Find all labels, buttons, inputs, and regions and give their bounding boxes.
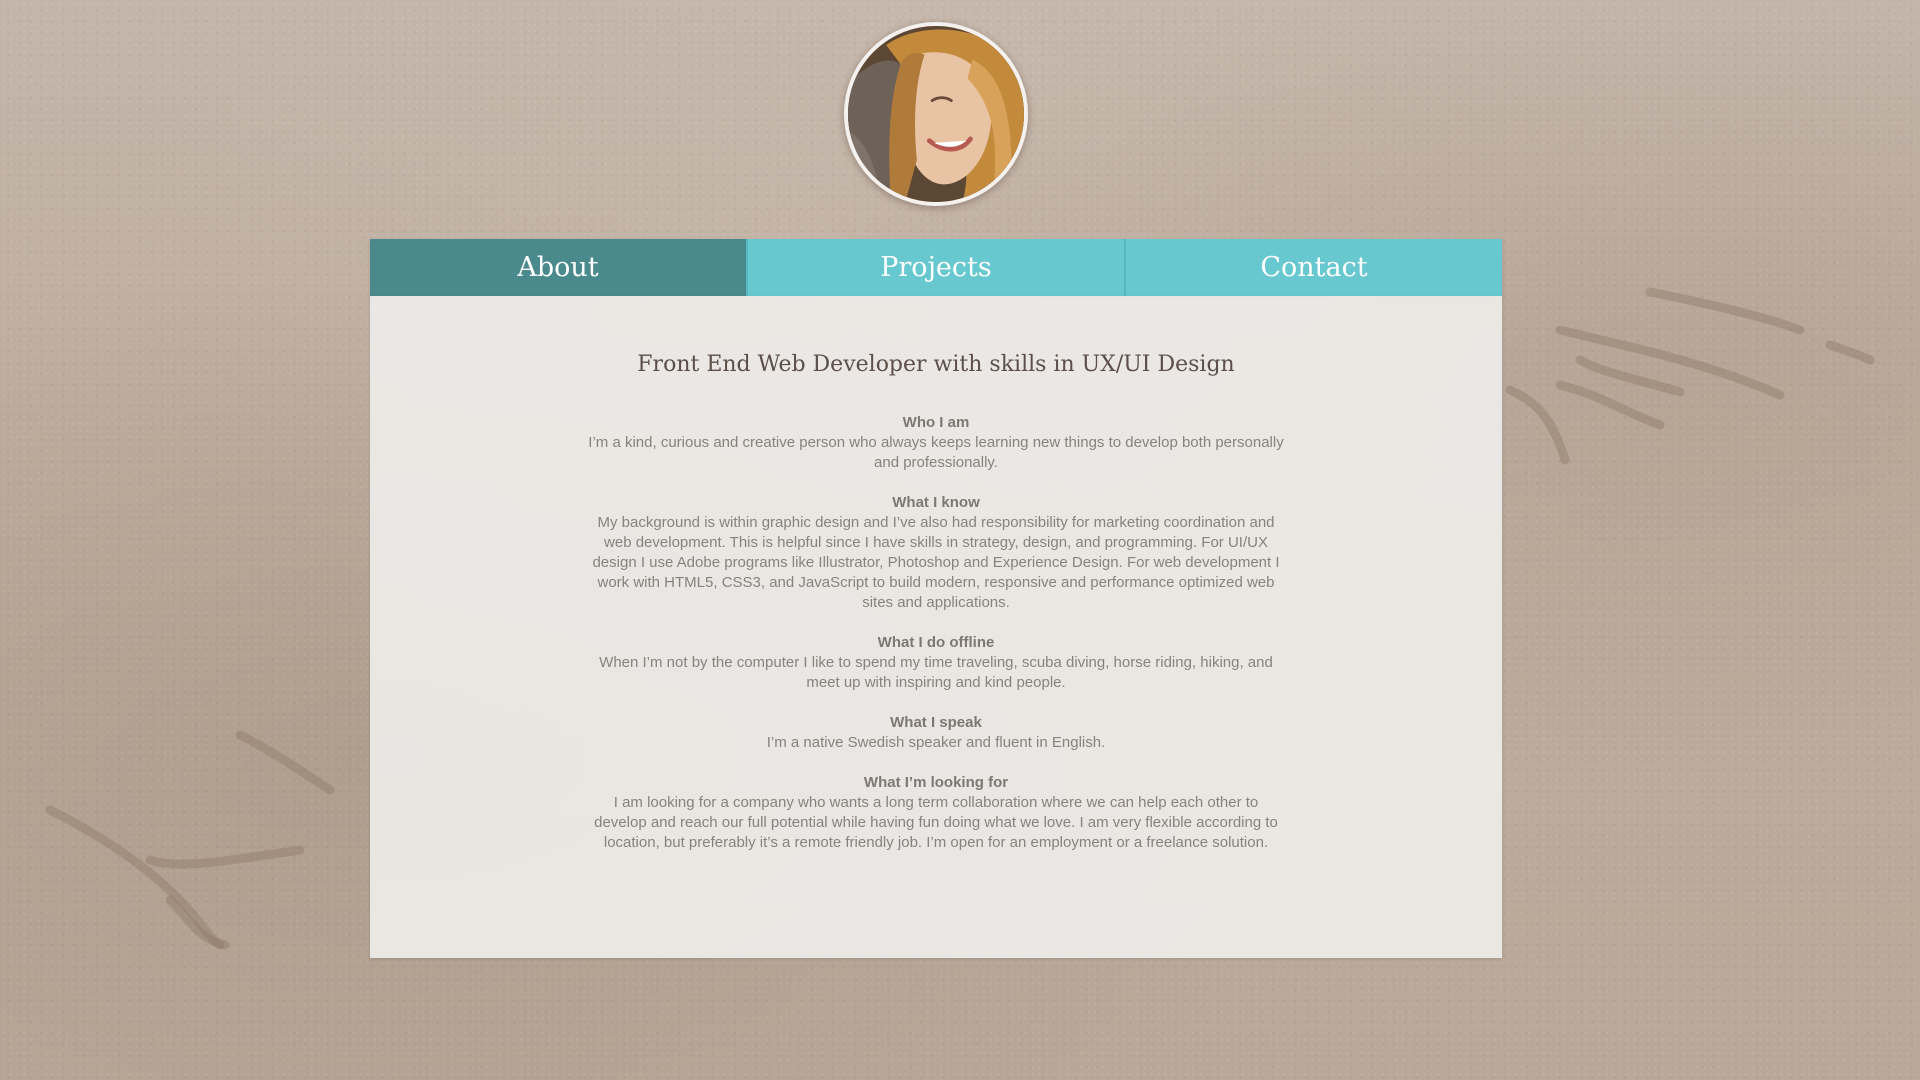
section-what-i-know: What I know My background is within grap… <box>586 493 1286 613</box>
profile-avatar <box>844 22 1028 206</box>
section-body: My background is within graphic design a… <box>592 514 1280 611</box>
section-heading: Who I am <box>902 414 970 431</box>
section-what-i-speak: What I speak I’m a native Swedish speake… <box>586 713 1286 753</box>
section-body: I’m a native Swedish speaker and fluent … <box>766 734 1106 751</box>
section-body: I am looking for a company who wants a l… <box>594 794 1278 851</box>
section-heading: What I know <box>892 494 980 511</box>
section-body: When I’m not by the computer I like to s… <box>599 654 1273 691</box>
main-navigation: About Projects Contact <box>370 239 1502 296</box>
section-what-i-do-offline: What I do offline When I’m not by the co… <box>586 633 1286 693</box>
section-heading: What I’m looking for <box>863 774 1009 791</box>
section-what-im-looking-for: What I’m looking for I am looking for a … <box>586 773 1286 853</box>
tab-projects[interactable]: Projects <box>746 239 1124 296</box>
section-who-i-am: Who I am I’m a kind, curious and creativ… <box>586 413 1286 473</box>
about-panel: Front End Web Developer with skills in U… <box>370 296 1502 958</box>
section-body: I’m a kind, curious and creative person … <box>588 434 1284 471</box>
tab-about[interactable]: About <box>370 239 746 296</box>
section-heading: What I do offline <box>877 634 995 651</box>
about-content: Front End Web Developer with skills in U… <box>586 296 1286 853</box>
section-heading: What I speak <box>890 714 982 731</box>
profile-photo-icon <box>848 26 1024 202</box>
tab-contact[interactable]: Contact <box>1124 239 1502 296</box>
page-headline: Front End Web Developer with skills in U… <box>637 352 1235 377</box>
